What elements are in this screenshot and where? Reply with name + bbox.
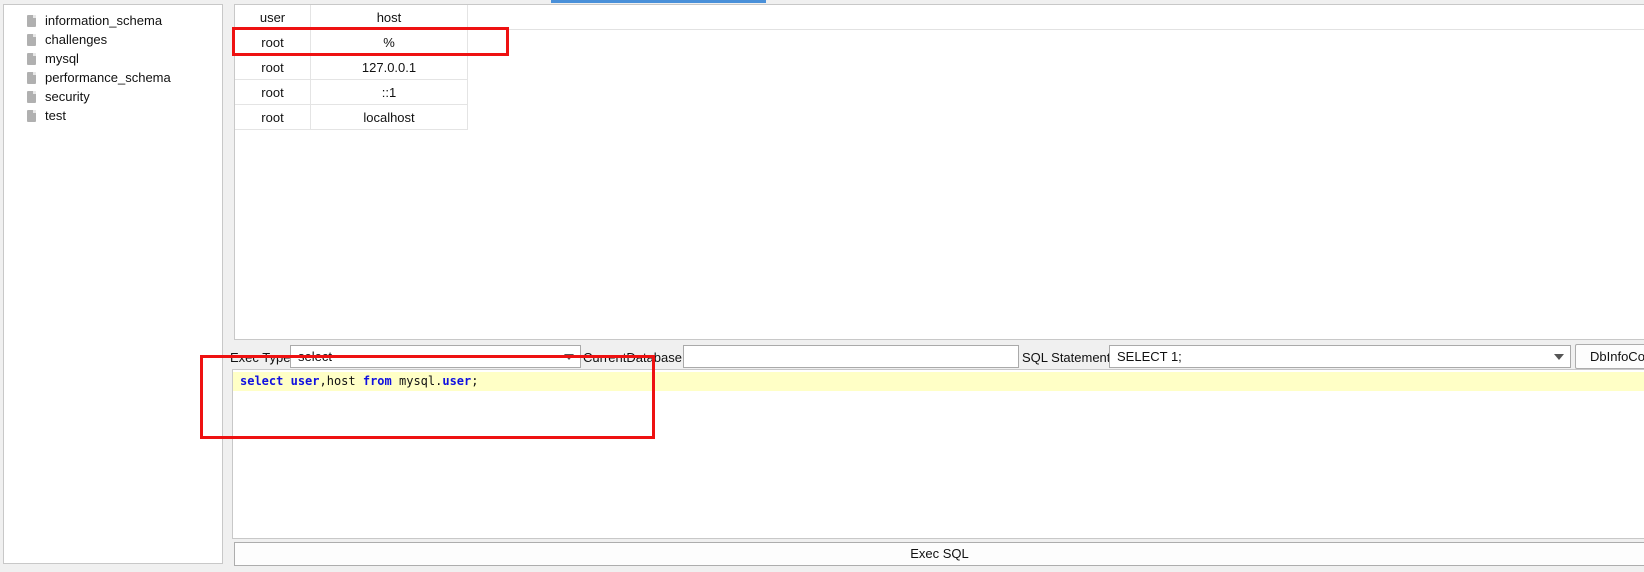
database-tree[interactable]: information_schema challenges mysql perf…	[3, 4, 223, 564]
tree-item-label: mysql	[45, 51, 79, 66]
sql-token: select	[240, 374, 284, 388]
sql-statement-value: SELECT 1;	[1117, 349, 1182, 364]
chevron-down-icon[interactable]	[564, 354, 574, 360]
database-icon	[27, 52, 36, 65]
table-cell[interactable]: %	[311, 30, 468, 55]
database-icon	[27, 90, 36, 103]
current-database-input[interactable]	[683, 345, 1019, 368]
table-row[interactable]: root %	[235, 30, 468, 55]
tree-item-db[interactable]: performance_schema	[4, 68, 171, 87]
table-header-row: user host	[235, 5, 1644, 30]
sql-token: user	[290, 374, 320, 388]
exec-type-value: select	[298, 349, 332, 364]
dbinfo-button[interactable]: DbInfoCo	[1575, 344, 1644, 369]
exec-type-label: Exec Type	[230, 350, 291, 365]
database-icon	[27, 33, 36, 46]
tree-item-label: performance_schema	[45, 70, 171, 85]
tree-item-db[interactable]: test	[4, 106, 66, 125]
table-cell[interactable]: root	[235, 80, 311, 105]
sql-token: ,host	[319, 374, 363, 388]
tree-item-db[interactable]: security	[4, 87, 90, 106]
table-cell[interactable]: localhost	[311, 105, 468, 130]
result-grid[interactable]: user host root % root 127.0.0.1 root ::1…	[234, 4, 1644, 340]
table-row[interactable]: root ::1	[235, 80, 468, 105]
sql-token: mysql.	[391, 374, 443, 388]
table-row[interactable]: root 127.0.0.1	[235, 55, 468, 80]
table-cell[interactable]: ::1	[311, 80, 468, 105]
database-icon	[27, 109, 36, 122]
tree-item-label: security	[45, 89, 90, 104]
sql-statement-select[interactable]: SELECT 1;	[1109, 345, 1571, 368]
sql-editor[interactable]: select user,host from mysql.user;	[232, 369, 1644, 539]
column-header-host[interactable]: host	[311, 5, 468, 30]
chevron-down-icon[interactable]	[1554, 354, 1564, 360]
table-cell[interactable]: root	[235, 105, 311, 130]
exec-sql-button[interactable]: Exec SQL	[234, 542, 1644, 566]
database-icon	[27, 14, 36, 27]
tree-item-db[interactable]: information_schema	[4, 11, 162, 30]
tree-item-label: test	[45, 108, 66, 123]
sql-statement-label: SQL Statement	[1022, 350, 1111, 365]
current-database-label: CurrentDatabase	[583, 350, 682, 365]
sql-token: user	[442, 374, 472, 388]
table-cell[interactable]: root	[235, 30, 311, 55]
tree-item-db[interactable]: challenges	[4, 30, 107, 49]
table-cell[interactable]: root	[235, 55, 311, 80]
database-icon	[27, 71, 36, 84]
sql-token: from	[362, 374, 392, 388]
tree-item-label: challenges	[45, 32, 108, 47]
tree-item-db[interactable]: mysql	[4, 49, 79, 68]
active-tab-indicator	[551, 0, 766, 3]
table-row[interactable]: root localhost	[235, 105, 468, 130]
sql-token: ;	[471, 374, 479, 388]
sql-current-line[interactable]: select user,host from mysql.user;	[233, 372, 1644, 391]
exec-type-select[interactable]: select	[290, 345, 581, 368]
table-cell[interactable]: 127.0.0.1	[311, 55, 468, 80]
column-header-user[interactable]: user	[235, 5, 311, 30]
tree-item-label: information_schema	[45, 13, 163, 28]
